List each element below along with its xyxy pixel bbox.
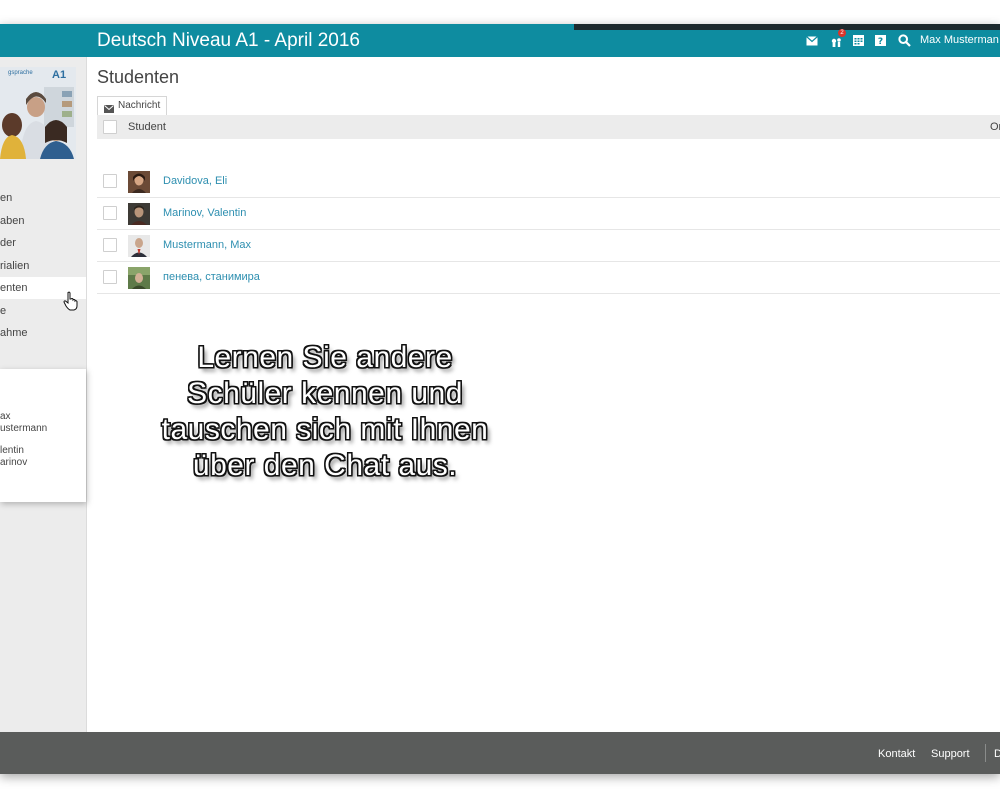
calendar-icon[interactable]	[853, 34, 864, 47]
sidebar-item-7[interactable]: ahme	[0, 322, 86, 344]
student-link[interactable]: Davidova, Eli	[163, 175, 227, 187]
help-icon[interactable]: ?	[875, 34, 886, 47]
sidebar-item-3[interactable]: der	[0, 232, 86, 254]
app-window: Deutsch Niveau A1 - April 2016 2 ? Max M…	[0, 24, 1000, 774]
footer-link-contact[interactable]: Kontakt	[878, 748, 915, 760]
table-row: Marinov, Valentin	[97, 197, 1000, 230]
header-top-strip	[574, 24, 1000, 30]
row-checkbox[interactable]	[103, 238, 117, 252]
student-link[interactable]: Mustermann, Max	[163, 239, 251, 251]
svg-text:?: ?	[878, 37, 883, 46]
tutorial-overlay-caption: Lernen Sie andere Schüler kennen und tau…	[161, 341, 489, 482]
message-button[interactable]: Nachricht	[97, 96, 168, 115]
footer: Kontakt Support D	[0, 732, 1000, 774]
table-row: Mustermann, Max	[97, 229, 1000, 262]
course-title: Deutsch Niveau A1 - April 2016	[97, 30, 360, 51]
table-row: Davidova, Eli	[97, 165, 1000, 198]
sidebar-item-1[interactable]: en	[0, 187, 86, 209]
sidebar-item-2[interactable]: aben	[0, 210, 86, 232]
column-header-student[interactable]: Student	[128, 115, 166, 139]
column-header-right[interactable]: Or	[990, 115, 1000, 139]
user-menu[interactable]: Max Musterman	[920, 34, 999, 46]
table-header: Student Or	[97, 115, 1000, 139]
row-checkbox[interactable]	[103, 270, 117, 284]
select-all-checkbox[interactable]	[103, 120, 117, 134]
footer-divider	[985, 744, 986, 762]
student-avatar[interactable]	[128, 267, 150, 289]
page-title: Studenten	[97, 67, 180, 87]
cover-text: gsprache	[8, 70, 33, 76]
online-user-max[interactable]: ax ustermann	[0, 411, 47, 435]
footer-link-support[interactable]: Support	[931, 748, 970, 760]
student-link[interactable]: Marinov, Valentin	[163, 207, 246, 219]
search-icon[interactable]	[898, 34, 911, 47]
sidebar-item-4[interactable]: rialien	[0, 255, 86, 277]
student-avatar[interactable]	[128, 171, 150, 193]
online-users-panel: ax ustermann lentin arinov	[0, 369, 86, 502]
sidebar: gsprache A1 en aben der rialien enten e …	[0, 57, 87, 732]
footer-link-3[interactable]: D	[994, 748, 1000, 760]
hand-pointer-cursor-icon	[63, 291, 79, 316]
student-link[interactable]: пенева, станимира	[163, 271, 260, 283]
notification-count-badge: 2	[838, 29, 846, 37]
row-checkbox[interactable]	[103, 174, 117, 188]
student-avatar[interactable]	[128, 235, 150, 257]
table-row: пенева, станимира	[97, 261, 1000, 294]
row-checkbox[interactable]	[103, 206, 117, 220]
student-avatar[interactable]	[128, 203, 150, 225]
cover-level-badge: A1	[52, 69, 67, 81]
mail-icon[interactable]	[806, 34, 818, 47]
course-cover-image[interactable]: gsprache A1	[0, 67, 76, 159]
online-user-valentin[interactable]: lentin arinov	[0, 445, 27, 469]
top-header-bar: Deutsch Niveau A1 - April 2016 2 ? Max M…	[0, 24, 1000, 57]
